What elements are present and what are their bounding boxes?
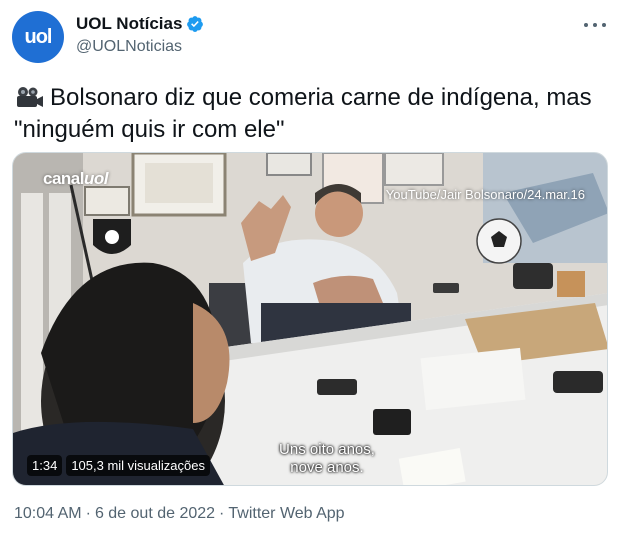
video-frame bbox=[13, 153, 607, 485]
verified-badge-icon bbox=[187, 16, 204, 32]
dot-icon bbox=[584, 23, 588, 27]
source-app-link[interactable]: Twitter Web App bbox=[228, 505, 344, 523]
tweet-time[interactable]: 10:04 AM bbox=[14, 505, 82, 523]
video-info-overlay: 1:34 105,3 mil visualizações bbox=[27, 455, 210, 476]
author-handle[interactable]: @UOLNoticias bbox=[76, 38, 182, 56]
separator: · bbox=[85, 505, 91, 522]
display-name[interactable]: UOL Notícias bbox=[76, 14, 182, 34]
subtitle-line-1: Uns oito anos, bbox=[279, 441, 375, 458]
dot-icon bbox=[602, 23, 606, 27]
watermark-brand: uol bbox=[83, 169, 109, 188]
more-options-button[interactable] bbox=[584, 18, 606, 32]
separator: · bbox=[219, 505, 225, 522]
dot-icon bbox=[593, 23, 597, 27]
movie-camera-icon bbox=[17, 87, 43, 107]
tweet-text-line-1: Bolsonaro diz que comeria carne de indíg… bbox=[50, 84, 592, 111]
video-view-count: 105,3 mil visualizações bbox=[66, 455, 210, 476]
video-subtitle: Uns oito anos, nove anos. bbox=[257, 441, 397, 477]
avatar-logo-text: uol bbox=[24, 25, 53, 48]
tweet-text-line-2: "ninguém quis ir com ele" bbox=[14, 116, 285, 143]
author-name-row: UOL Notícias bbox=[76, 14, 204, 34]
video-source-label: YouTube/Jair Bolsonaro/24.mar.16 bbox=[385, 187, 585, 202]
channel-watermark: canaluol bbox=[43, 169, 108, 189]
video-duration: 1:34 bbox=[27, 455, 63, 476]
tweet-date[interactable]: 6 de out de 2022 bbox=[95, 505, 215, 523]
subtitle-line-2: nove anos. bbox=[290, 459, 364, 476]
tweet-text: Bolsonaro diz que comeria carne de indíg… bbox=[14, 82, 610, 146]
avatar[interactable]: uol bbox=[12, 11, 64, 63]
watermark-prefix: canal bbox=[43, 169, 84, 188]
video-player[interactable]: canaluol YouTube/Jair Bolsonaro/24.mar.1… bbox=[12, 152, 608, 486]
tweet-metadata: 10:04 AM · 6 de out de 2022 · Twitter We… bbox=[14, 505, 345, 523]
